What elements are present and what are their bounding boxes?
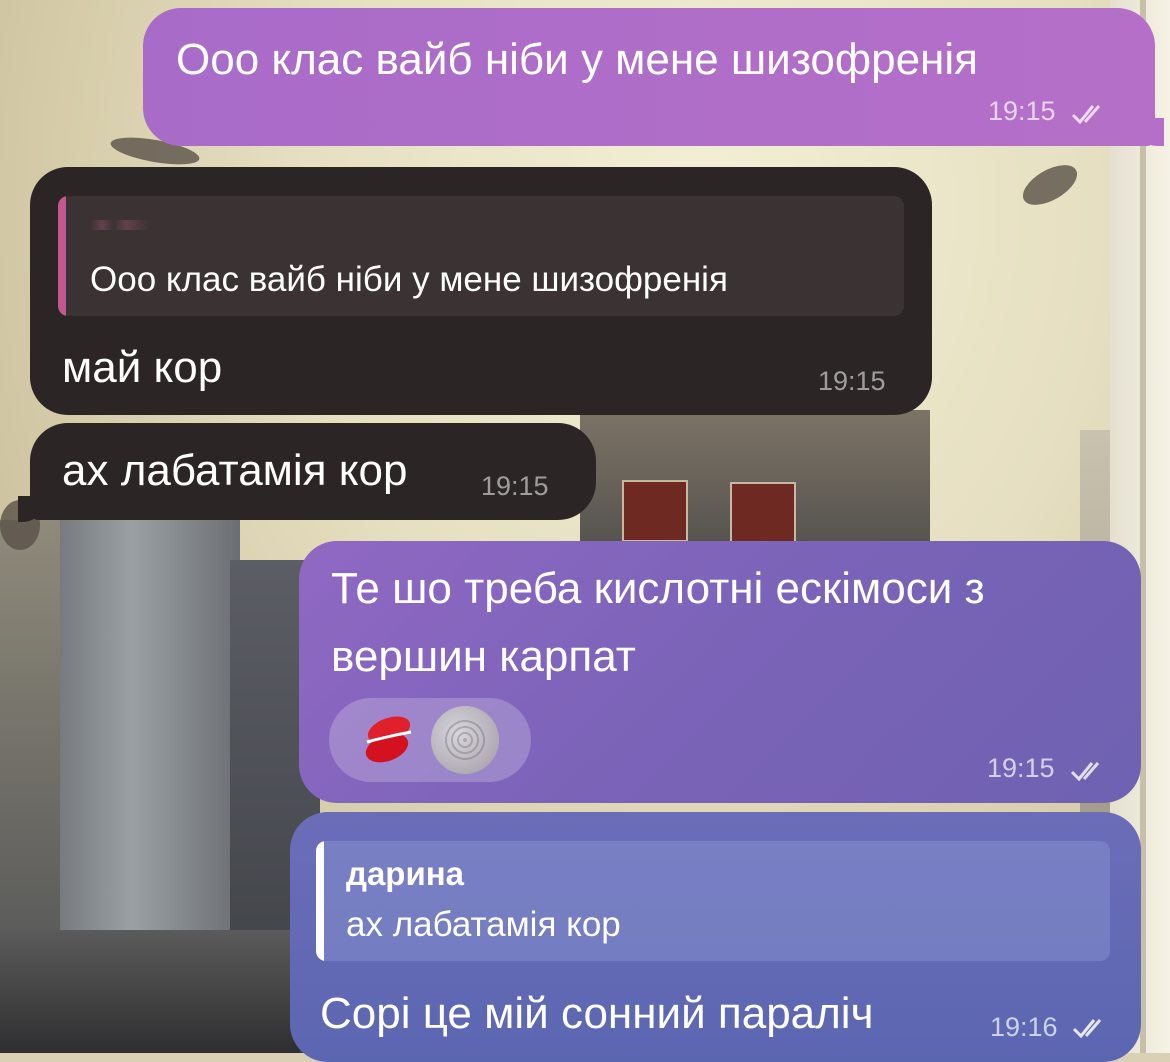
message-time: 19:16 <box>990 1012 1058 1042</box>
message-text: Ооо клас вайб ніби у мене шизофренія <box>176 35 978 84</box>
reply-accent-bar <box>58 196 66 316</box>
reactor-avatar[interactable] <box>431 706 499 774</box>
message-time: 19:15 <box>988 96 1056 126</box>
reply-text: ах лабатамія кор <box>346 905 621 944</box>
reply-text: Ооо клас вайб ніби у мене шизофренія <box>90 260 728 299</box>
message-text-line: вершин карпат <box>331 632 636 681</box>
reply-preview[interactable]: дарина ах лабатамія кор <box>316 841 1110 961</box>
message-time: 19:15 <box>987 753 1055 783</box>
message-time: 19:15 <box>481 471 549 501</box>
reply-preview[interactable]: Ооо клас вайб ніби у мене шизофренія <box>58 196 904 316</box>
read-checkmarks-icon <box>1072 1019 1102 1039</box>
reply-author: дарина <box>346 855 465 892</box>
reply-author-redacted <box>90 220 150 230</box>
reaction-pill[interactable] <box>329 698 531 782</box>
message-text-line: Те шо треба кислотні ескімоси з <box>331 564 985 613</box>
read-checkmarks-icon <box>1071 105 1101 125</box>
kiss-mark-icon <box>365 716 412 763</box>
message-time: 19:15 <box>818 366 886 396</box>
reply-accent-bar <box>316 841 324 961</box>
message-bubble-incoming[interactable]: ах лабатамія кор 19:15 <box>30 423 596 520</box>
message-text: май кор <box>62 343 223 392</box>
message-bubble-outgoing[interactable]: Ооо клас вайб ніби у мене шизофренія 19:… <box>143 8 1155 146</box>
message-text: Сорі це мій сонний параліч <box>320 989 874 1038</box>
read-checkmarks-icon <box>1070 762 1100 782</box>
message-text: ах лабатамія кор <box>62 446 408 495</box>
